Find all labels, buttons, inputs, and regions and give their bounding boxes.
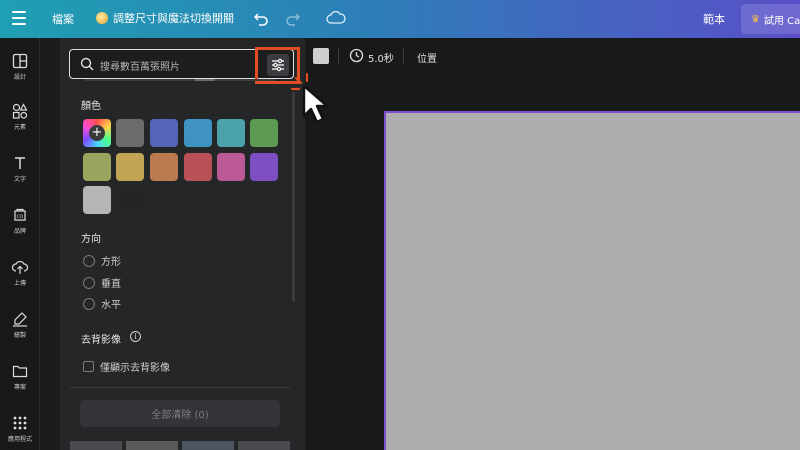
clock-icon[interactable] xyxy=(349,48,364,63)
rail-item-apps[interactable]: 應用程式 xyxy=(0,412,40,450)
undo-icon[interactable] xyxy=(252,9,270,27)
color-title: 顏色 xyxy=(81,101,101,112)
draw-icon xyxy=(13,312,27,327)
menu-icon[interactable] xyxy=(12,11,26,25)
design-page[interactable] xyxy=(384,111,800,450)
redo-icon[interactable] xyxy=(284,9,302,27)
cloud-save-icon[interactable] xyxy=(326,9,346,27)
color-swatch[interactable] xyxy=(184,153,212,181)
top-bar: 檔案 調整尺寸與魔法切換開關 範本 ♛ 試用 Ca xyxy=(0,0,800,38)
color-swatch[interactable] xyxy=(250,153,278,181)
rail-label: 應用程式 xyxy=(7,436,32,443)
resize-button[interactable]: 調整尺寸與魔法切換開關 xyxy=(96,10,234,26)
color-swatch[interactable] xyxy=(250,119,278,147)
color-swatch[interactable] xyxy=(116,153,144,181)
toolbar-separator xyxy=(403,48,404,64)
upload-icon xyxy=(12,260,28,274)
elements-icon xyxy=(12,103,28,119)
sliders-icon xyxy=(272,58,284,72)
color-picker-swatch[interactable]: + xyxy=(83,119,111,147)
panel-scrollbar[interactable] xyxy=(292,92,295,302)
layout-icon xyxy=(12,53,28,69)
filter-button[interactable] xyxy=(267,54,289,76)
trial-label: 試用 Ca xyxy=(763,15,800,27)
radio-circle xyxy=(83,276,95,289)
radio-label: 垂直 xyxy=(101,279,121,290)
rail-item-projects[interactable]: 專案 xyxy=(0,360,40,404)
orientation-radio-square[interactable]: 方形 xyxy=(83,253,121,268)
panel-divider xyxy=(70,387,290,388)
info-icon[interactable]: i xyxy=(130,331,141,342)
rail-label: 上傳 xyxy=(13,280,26,287)
photo-thumbnail[interactable] xyxy=(238,441,290,450)
rail-item-text[interactable]: 文字 xyxy=(0,152,40,196)
bg-remove-title: 去背影像 xyxy=(81,335,121,346)
trial-button[interactable]: ♛ 試用 Ca xyxy=(741,4,800,34)
radio-label: 方形 xyxy=(101,257,121,268)
panel-gutter xyxy=(40,38,60,450)
color-swatch[interactable] xyxy=(83,186,111,214)
text-icon xyxy=(15,157,25,169)
photo-thumbnails xyxy=(70,441,290,450)
rail-item-draw[interactable]: 繪製 xyxy=(0,308,40,352)
template-link[interactable]: 範本 xyxy=(703,11,725,27)
apps-icon xyxy=(13,416,27,430)
photo-thumbnail[interactable] xyxy=(70,441,122,450)
svg-text:CO: CO xyxy=(17,214,24,220)
color-swatch[interactable] xyxy=(116,119,144,147)
color-swatch[interactable] xyxy=(116,186,144,214)
panel-progress-line xyxy=(85,79,275,81)
position-button[interactable]: 位置 xyxy=(417,50,437,65)
color-swatch[interactable] xyxy=(217,119,245,147)
search-input[interactable]: 搜尋數百萬張照片 xyxy=(100,58,180,73)
crown-coin-icon xyxy=(96,12,108,24)
rail-item-elements[interactable]: 元素 xyxy=(0,100,40,144)
bg-remove-checkbox[interactable]: 僅顯示去背影像 xyxy=(83,359,170,374)
photo-thumbnail[interactable] xyxy=(126,441,178,450)
photo-thumbnail[interactable] xyxy=(182,441,234,450)
color-swatch[interactable] xyxy=(217,153,245,181)
rail-label: 繪製 xyxy=(13,332,26,339)
background-color-swatch[interactable] xyxy=(313,48,329,64)
toolbar-separator xyxy=(338,48,339,64)
rail-item-brand[interactable]: CO 品牌 xyxy=(0,204,40,248)
rail-label: 專案 xyxy=(13,384,26,391)
plus-icon: + xyxy=(89,125,105,141)
rail-label: 元素 xyxy=(13,124,26,131)
checkbox-label: 僅顯示去背影像 xyxy=(100,363,170,374)
rail-item-upload[interactable]: 上傳 xyxy=(0,256,40,300)
color-swatch[interactable] xyxy=(184,119,212,147)
orientation-radio-horizontal[interactable]: 水平 xyxy=(83,296,121,311)
rail-label: 設計 xyxy=(13,74,26,81)
radio-circle xyxy=(83,297,95,310)
search-icon xyxy=(80,57,94,71)
orientation-radio-vertical[interactable]: 垂直 xyxy=(83,275,121,290)
crown-icon: ♛ xyxy=(751,13,760,25)
rail-label: 文字 xyxy=(13,176,26,183)
left-rail: 設計 元素 文字 CO 品牌 上傳 繪製 專案 應用程式 xyxy=(0,38,40,450)
file-menu[interactable]: 檔案 xyxy=(52,11,74,27)
radio-circle xyxy=(83,254,95,267)
search-box[interactable]: 搜尋數百萬張照片 xyxy=(69,49,294,79)
radio-label: 水平 xyxy=(101,300,121,311)
duration-button[interactable]: 5.0秒 xyxy=(368,50,394,65)
clear-all-button[interactable]: 全部清除 (0) xyxy=(80,400,280,427)
resize-label: 調整尺寸與魔法切換開關 xyxy=(113,12,234,25)
folder-icon xyxy=(12,365,28,378)
rail-item-design[interactable]: 設計 xyxy=(0,50,40,94)
color-swatch[interactable] xyxy=(150,153,178,181)
checkbox-box xyxy=(83,361,94,372)
color-swatch[interactable] xyxy=(150,119,178,147)
brand-icon: CO xyxy=(14,208,26,221)
rail-label: 品牌 xyxy=(13,228,26,235)
orientation-title: 方向 xyxy=(81,234,101,245)
color-swatch[interactable] xyxy=(83,153,111,181)
